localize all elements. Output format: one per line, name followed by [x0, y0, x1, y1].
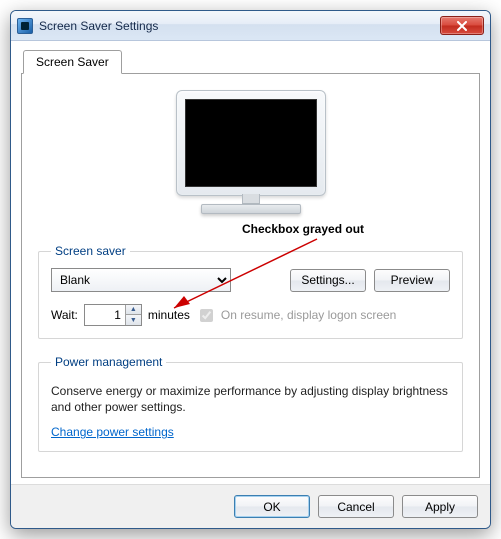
window-title: Screen Saver Settings: [39, 19, 440, 33]
screensaver-icon: [17, 18, 33, 34]
screensaver-legend: Screen saver: [51, 244, 130, 258]
screensaver-select[interactable]: Blank: [51, 268, 231, 292]
preview-button[interactable]: Preview: [374, 269, 450, 292]
change-power-settings-link[interactable]: Change power settings: [51, 425, 174, 439]
dialog-body: Screen Saver Checkbox grayed out Screen …: [11, 41, 490, 484]
power-group: Power management Conserve energy or maxi…: [38, 355, 463, 452]
ok-button[interactable]: OK: [234, 495, 310, 518]
resume-checkbox-group: On resume, display logon screen: [196, 306, 396, 325]
wait-input[interactable]: [85, 305, 125, 325]
wait-label: Wait:: [51, 308, 78, 322]
spinner-up[interactable]: ▲: [126, 305, 141, 315]
dialog-footer: OK Cancel Apply: [11, 484, 490, 528]
annotation-label: Checkbox grayed out: [242, 222, 364, 236]
cancel-button[interactable]: Cancel: [318, 495, 394, 518]
monitor-screen: [185, 99, 317, 187]
tab-screensaver[interactable]: Screen Saver: [23, 50, 122, 74]
close-button[interactable]: [440, 16, 484, 35]
resume-label: On resume, display logon screen: [221, 308, 396, 322]
power-text: Conserve energy or maximize performance …: [51, 383, 450, 415]
titlebar[interactable]: Screen Saver Settings: [11, 11, 490, 41]
settings-button[interactable]: Settings...: [290, 269, 366, 292]
wait-spinner[interactable]: ▲ ▼: [84, 304, 142, 326]
spinner-down[interactable]: ▼: [126, 315, 141, 325]
tabstrip: Screen Saver: [21, 50, 480, 74]
resume-checkbox: [200, 309, 213, 322]
power-legend: Power management: [51, 355, 166, 369]
close-icon: [457, 21, 467, 31]
screensaver-settings-window: Screen Saver Settings Screen Saver Check…: [10, 10, 491, 529]
apply-button[interactable]: Apply: [402, 495, 478, 518]
preview-area: [38, 88, 463, 238]
tab-content: Checkbox grayed out Screen saver Blank S…: [21, 73, 480, 478]
screensaver-group: Screen saver Blank Settings... Preview W…: [38, 244, 463, 339]
wait-unit: minutes: [148, 308, 190, 322]
monitor-preview: [166, 90, 336, 230]
